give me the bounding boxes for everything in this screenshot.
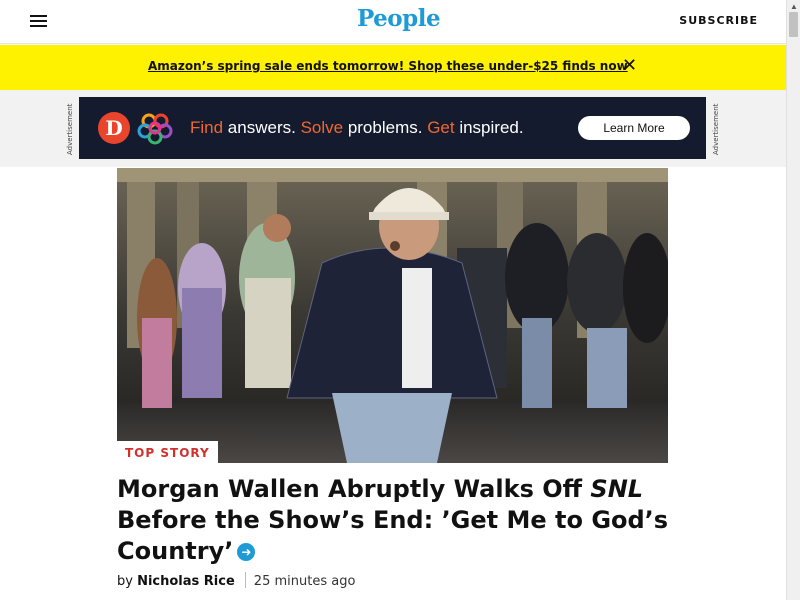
- advertisement-label: Advertisement: [66, 103, 74, 155]
- author-link[interactable]: Nicholas Rice: [137, 574, 235, 589]
- learn-more-button[interactable]: Learn More: [578, 116, 690, 140]
- site-header: People SUBSCRIBE: [0, 0, 786, 44]
- advertisement-label: Advertisement: [712, 103, 720, 155]
- byline-prefix: by: [117, 574, 138, 589]
- scrollbar[interactable]: ▲: [786, 0, 800, 600]
- ad-headline: Find answers. Solve problems. Get inspir…: [190, 118, 524, 137]
- story-headline[interactable]: Morgan Wallen Abruptly Walks Off SNL Bef…: [117, 474, 677, 567]
- ad-knot-logo-icon: [137, 113, 173, 145]
- promo-banner: Amazon’s spring sale ends tomorrow! Shop…: [0, 45, 786, 90]
- hamburger-menu-icon[interactable]: [30, 15, 47, 28]
- byline-divider: [244, 572, 246, 588]
- people-logo[interactable]: People: [357, 5, 441, 32]
- promo-banner-link[interactable]: Amazon’s spring sale ends tomorrow! Shop…: [148, 59, 628, 73]
- arrow-right-icon[interactable]: ➜: [237, 543, 256, 561]
- timestamp: 25 minutes ago: [253, 574, 356, 589]
- display-ad[interactable]: D Find answers. Solve problems. Get insp…: [79, 97, 706, 159]
- scroll-up-icon[interactable]: ▲: [790, 2, 798, 11]
- subscribe-link[interactable]: SUBSCRIBE: [679, 14, 758, 27]
- top-story-tag[interactable]: TOP STORY: [117, 441, 218, 465]
- hero-image[interactable]: [117, 168, 668, 463]
- byline: by Nicholas Rice 25 minutes ago: [117, 572, 355, 589]
- ad-brand-logo: D: [98, 112, 130, 144]
- close-icon[interactable]: ✕: [622, 57, 637, 75]
- scrollbar-thumb[interactable]: [789, 12, 798, 37]
